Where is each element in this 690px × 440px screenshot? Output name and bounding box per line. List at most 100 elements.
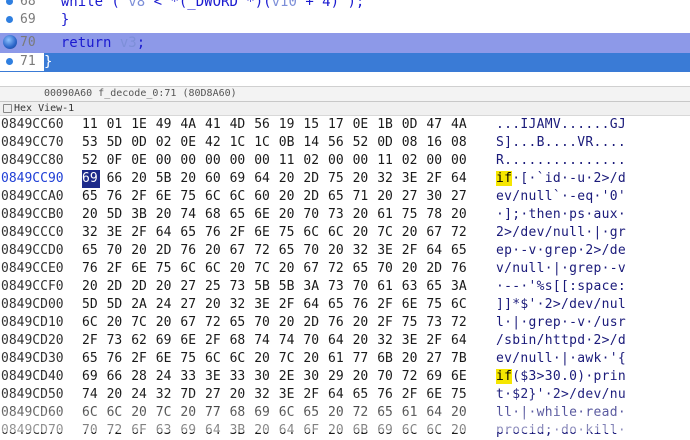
hex-byte[interactable]: 61 <box>328 350 346 368</box>
hex-byte[interactable]: 64 <box>451 332 469 350</box>
hex-byte[interactable]: 6E <box>402 296 420 314</box>
hex-byte[interactable]: 65 <box>230 314 248 332</box>
hex-byte[interactable]: 3E <box>205 368 223 386</box>
hex-byte[interactable]: 64 <box>426 242 444 260</box>
hex-byte[interactable]: 56 <box>254 116 272 134</box>
hex-byte[interactable]: 70 <box>377 368 395 386</box>
hex-byte[interactable]: 75 <box>402 314 420 332</box>
hex-byte[interactable]: 6C <box>180 260 198 278</box>
hex-byte[interactable]: 42 <box>205 134 223 152</box>
hex-byte[interactable]: 65 <box>180 224 198 242</box>
hex-byte[interactable]: 6F <box>131 422 149 440</box>
hex-byte[interactable]: 00 <box>353 152 371 170</box>
hex-byte[interactable]: 60 <box>254 188 272 206</box>
hex-row[interactable]: 0849CC70 53 5D 0D 02 0E 42 1C 1C 0B 14 56 52 0D 08 16 08… <box>0 134 690 152</box>
hex-ascii[interactable]: l·|·grep·-v·/usr <box>496 314 626 332</box>
hex-byte[interactable]: 20 <box>254 350 272 368</box>
hex-byte[interactable]: 20 <box>402 260 420 278</box>
hex-row[interactable]: 0849CCF0 20 2D 2D 20 27 25 73 5B 5B 3A 73 70 61 63 65 3A… <box>0 278 690 296</box>
hex-byte[interactable]: 4D <box>230 116 248 134</box>
hex-byte[interactable]: 19 <box>279 116 297 134</box>
hex-byte[interactable]: 70 <box>254 314 272 332</box>
hex-byte[interactable]: 70 <box>303 332 321 350</box>
hex-byte[interactable]: 67 <box>180 314 198 332</box>
hex-byte[interactable]: 64 <box>328 386 346 404</box>
hex-byte[interactable]: 5D <box>107 206 125 224</box>
hex-row[interactable]: 0849CC80 52 0F 0E 00 00 00 00 00 11 02 00 00 11 02 00 00… <box>0 152 690 170</box>
hex-byte[interactable]: 00 <box>426 152 444 170</box>
hex-byte[interactable]: 5D <box>82 296 100 314</box>
hex-byte[interactable]: 20 <box>451 422 469 440</box>
hex-byte[interactable]: 69 <box>180 422 198 440</box>
hex-byte[interactable]: 5B <box>156 170 174 188</box>
hex-byte[interactable]: 67 <box>303 260 321 278</box>
hex-byte[interactable]: 6C <box>230 350 248 368</box>
hex-byte[interactable]: 02 <box>303 152 321 170</box>
hex-row[interactable]: 0849CD60 6C 6C 20 7C 20 77 68 69 6C 65 20 72 65 61 64 20… <box>0 404 690 422</box>
hex-byte[interactable]: 70 <box>303 242 321 260</box>
hex-byte[interactable]: 72 <box>451 314 469 332</box>
hex-byte[interactable]: 20 <box>451 404 469 422</box>
hex-byte[interactable]: 72 <box>402 368 420 386</box>
hex-row[interactable]: 0849CD50 74 20 24 32 7D 27 20 32 3E 2F 64 65 76 2F 6E 75… <box>0 386 690 404</box>
hex-byte[interactable]: 76 <box>328 314 346 332</box>
hex-byte[interactable]: 64 <box>205 422 223 440</box>
hex-byte[interactable]: 20 <box>279 188 297 206</box>
hex-byte[interactable]: 6C <box>107 404 125 422</box>
hex-byte[interactable]: 4A <box>180 116 198 134</box>
hex-byte[interactable]: 6E <box>131 260 149 278</box>
hex-byte[interactable]: 2A <box>131 296 149 314</box>
hex-byte[interactable]: 64 <box>279 422 297 440</box>
hex-byte[interactable]: 24 <box>156 296 174 314</box>
hex-byte[interactable]: 27 <box>180 278 198 296</box>
hex-byte[interactable]: 5B <box>254 278 272 296</box>
hex-row[interactable]: 0849CCB0 20 5D 3B 20 74 68 65 6E 20 70 73 20 61 75 78 20… <box>0 206 690 224</box>
hex-byte[interactable]: 6C <box>205 350 223 368</box>
hex-byte[interactable]: 2F <box>82 332 100 350</box>
hex-byte[interactable]: 17 <box>328 116 346 134</box>
hex-byte[interactable]: 63 <box>156 422 174 440</box>
hex-byte[interactable]: 61 <box>377 206 395 224</box>
hex-byte[interactable]: 32 <box>156 386 174 404</box>
hex-byte[interactable]: 11 <box>377 152 395 170</box>
hex-byte[interactable]: 77 <box>205 404 223 422</box>
hex-byte[interactable]: 66 <box>107 170 125 188</box>
hex-byte[interactable]: 72 <box>107 422 125 440</box>
hex-byte[interactable]: 67 <box>426 224 444 242</box>
hex-byte[interactable]: 00 <box>328 152 346 170</box>
hex-byte[interactable]: 20 <box>328 242 346 260</box>
hex-byte[interactable]: 20 <box>254 422 272 440</box>
hex-row[interactable]: 0849CD10 6C 20 7C 20 67 72 65 70 20 2D 76 20 2F 75 73 72… <box>0 314 690 332</box>
hex-byte[interactable]: 6E <box>426 386 444 404</box>
hex-byte[interactable]: 3A <box>303 278 321 296</box>
hex-byte[interactable]: 52 <box>353 134 371 152</box>
hex-byte[interactable]: 0E <box>131 152 149 170</box>
hex-byte[interactable]: 68 <box>230 404 248 422</box>
hex-byte[interactable]: 60 <box>205 170 223 188</box>
hex-byte[interactable]: 08 <box>451 134 469 152</box>
hex-byte[interactable]: 0F <box>107 152 125 170</box>
hex-byte[interactable]: 71 <box>353 188 371 206</box>
hex-byte[interactable]: 70 <box>377 260 395 278</box>
hex-byte[interactable]: 00 <box>230 152 248 170</box>
hex-byte[interactable]: 5D <box>107 296 125 314</box>
hex-byte[interactable]: 70 <box>353 278 371 296</box>
hex-byte[interactable]: 20 <box>180 170 198 188</box>
hex-byte[interactable]: 11 <box>279 152 297 170</box>
hex-byte[interactable]: 20 <box>402 350 420 368</box>
hex-byte[interactable]: 76 <box>451 260 469 278</box>
hex-byte[interactable]: 1E <box>131 116 149 134</box>
hex-row[interactable]: 0849CCD0 65 70 20 2D 76 20 67 72 65 70 20 32 3E 2F 64 65… <box>0 242 690 260</box>
hex-byte[interactable]: 2F <box>377 296 395 314</box>
hex-byte[interactable]: 2D <box>131 278 149 296</box>
hex-byte[interactable]: 62 <box>131 332 149 350</box>
hex-byte[interactable]: 11 <box>82 116 100 134</box>
hex-byte[interactable]: 68 <box>205 206 223 224</box>
hex-byte[interactable]: 65 <box>82 350 100 368</box>
hex-byte[interactable]: 75 <box>451 386 469 404</box>
hex-byte[interactable]: 70 <box>107 242 125 260</box>
hex-byte[interactable]: 69 <box>426 368 444 386</box>
hex-byte[interactable]: 6B <box>377 350 395 368</box>
hex-byte[interactable]: 61 <box>402 404 420 422</box>
hex-byte[interactable]: 77 <box>353 350 371 368</box>
